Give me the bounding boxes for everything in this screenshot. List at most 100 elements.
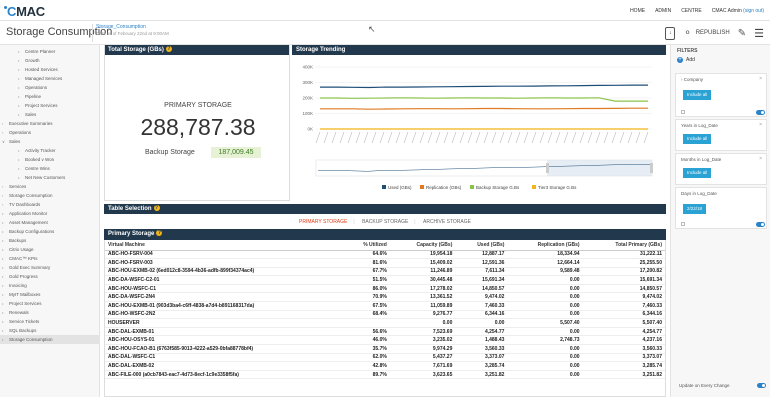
sidebar-item[interactable]: • Application Monitor [0, 209, 99, 218]
table-cell: 11,246.89 [389, 267, 456, 277]
sidebar-item[interactable]: • CMAC™ KPIs [0, 254, 99, 263]
update-on-change-toggle[interactable] [757, 383, 766, 388]
sidebar-item-label: Growth [25, 58, 40, 63]
column-header[interactable]: Replication (GBs) [507, 240, 583, 251]
table-row[interactable]: ABC-HO-FSRV-004 64.6% 19,954.18 12,887.17 18… [105, 250, 665, 260]
help-icon[interactable]: ? [153, 205, 160, 211]
sidebar-item[interactable]: • Managed Services [0, 74, 99, 83]
bullet-icon: • [2, 238, 4, 243]
sidebar-item[interactable]: • Hosted Services [0, 65, 99, 74]
table-row[interactable]: ABC-HO-FSRV-003 81.6% 15,409.02 12,591.36 12… [105, 258, 665, 268]
table-row[interactable]: ABC-HOU-OSYS-01 46.0% 3,235.02 1,488.43 2,74… [105, 335, 665, 346]
close-icon[interactable]: × [759, 76, 762, 82]
sidebar-item[interactable]: • Invoicing [0, 281, 99, 290]
column-header[interactable]: Virtual Machine [105, 240, 344, 251]
sidebar-item-label: Storage Consumption [9, 193, 53, 198]
sidebar-item[interactable]: • Service Tickets [0, 317, 99, 326]
x-tick-label [363, 131, 369, 144]
sidebar-item[interactable]: • MyIT Mailboxes [0, 290, 99, 299]
storage-trend-chart[interactable]: 400K 300K 200K 100K 0K Used (GBs) Replication … [292, 45, 666, 201]
date-value-button[interactable]: 2/22/18 [683, 204, 707, 214]
sidebar-item[interactable]: • Sales [0, 110, 99, 119]
table-row[interactable]: ABC-DAL-EXMB-01 56.6% 7,523.69 4,254.77 0.00… [105, 327, 665, 337]
table-row[interactable]: ABC-DA-WSFC-C2-01 51.5% 30,445.48 15,691.34… [105, 275, 665, 285]
cmac-logo[interactable]: CMAC [4, 4, 45, 19]
table-row[interactable]: ABC-HOU-FCAO-B1 (6763f585-9013-4222-a529… [105, 344, 665, 354]
include-all-button[interactable]: Include all [683, 134, 712, 144]
table-row[interactable]: ABC-HOU-EXMB-01 (903d3ba4-c6ff-4838-a7d4… [105, 301, 665, 311]
table-row[interactable]: ABC-DA-WSFC-2N4 70.9% 13,361.52 9,474.02 0.0… [105, 292, 665, 303]
update-on-change-label: Update on Every Change [679, 383, 730, 388]
sidebar-item[interactable]: • Renewals [0, 308, 99, 317]
include-all-button[interactable]: Include all [683, 90, 712, 100]
days-filter-label[interactable]: Days in Log_Date [681, 191, 717, 196]
tab-backup-storage[interactable]: BACKUP STORAGE [362, 219, 408, 225]
nav-home-link[interactable]: HOME [630, 8, 645, 14]
help-icon[interactable]: ? [156, 230, 163, 236]
sidebar-item[interactable]: ∨ Sales [0, 137, 99, 146]
company-filter-label[interactable]: › Company [681, 77, 703, 82]
months-filter-label[interactable]: Months in Log_Date [681, 157, 721, 162]
filter-toggle[interactable] [756, 222, 765, 227]
x-tick-label [371, 131, 377, 144]
sidebar-item[interactable]: • Centre Wins [0, 164, 99, 173]
sign-out-link[interactable]: (sign out) [743, 8, 764, 14]
sidebar-item[interactable]: • Growth [0, 56, 99, 65]
column-header[interactable]: Capacity (GBs) [389, 240, 456, 251]
sidebar-item[interactable]: › Storage Consumption [0, 191, 99, 200]
sidebar-item[interactable]: › Services [0, 182, 99, 191]
sidebar-item[interactable]: • Gold Progress [0, 272, 99, 281]
table-row[interactable]: ABC-FILE-000 (a0cb7843-eac7-4d73-8ecf-1c… [105, 370, 665, 380]
tab-archive-storage[interactable]: ARCHIVE STORAGE [423, 219, 471, 225]
nav-admin-link[interactable]: ADMIN [655, 8, 671, 14]
table-row[interactable]: HOUSERVER 0.00 0.00 5,507.40 5,507.40 [105, 318, 665, 328]
sidebar-item-label: Backup Configurations [9, 229, 55, 234]
sidebar-item[interactable]: • Storage Consumption [0, 335, 99, 344]
sidebar-item[interactable]: • Booked v Won [0, 155, 99, 164]
sidebar-item[interactable]: • Activity Tracker [0, 146, 99, 155]
series-line [320, 107, 648, 110]
table-row[interactable]: ABC-HOU-EXMB-02 (6ed012c8-3594-4b36-adfb… [105, 267, 665, 277]
sidebar-item[interactable]: • Project Services [0, 299, 99, 308]
menu-icon[interactable]: ☰ [754, 27, 764, 40]
table-cell: 56.6% [343, 327, 390, 337]
sidebar-item[interactable]: • Project Services [0, 101, 99, 110]
sidebar-item[interactable]: • Asset Management [0, 218, 99, 227]
filter-toggle[interactable] [756, 110, 765, 115]
tab-primary-storage[interactable]: PRIMARY STORAGE [299, 219, 347, 225]
column-header[interactable]: Total Primary (GBs) [582, 240, 665, 251]
sidebar-item[interactable]: • SQL Backups [0, 326, 99, 335]
table-row[interactable]: ABC-HO-WSFC-2N2 68.4% 9,276.77 6,344.16 0.00… [105, 310, 665, 320]
nav-centre-link[interactable]: CENTRE [681, 8, 702, 14]
sidebar-item[interactable]: • Net New Customers [0, 173, 99, 182]
sidebar-item[interactable]: › Operations [0, 128, 99, 137]
edit-icon[interactable]: ✎ [738, 28, 746, 39]
column-header[interactable]: Used (GBs) [455, 240, 508, 251]
close-icon[interactable]: × [759, 156, 762, 162]
report-subtitle[interactable]: Storage_Consumption [96, 24, 146, 30]
sidebar-item[interactable]: › TV Dashboards [0, 200, 99, 209]
bullet-icon: • [2, 256, 4, 261]
column-header[interactable]: % Utilized [343, 240, 390, 251]
bullet-icon: • [2, 301, 4, 306]
table-cell: 0.00 [507, 370, 583, 380]
sidebar-item[interactable]: • Operations [0, 83, 99, 92]
sidebar-item[interactable]: • Pipeline [0, 92, 99, 101]
table-row[interactable]: ABC-DAL-EXMB-02 42.8% 7,671.69 3,285.74 0.00… [105, 361, 665, 371]
sidebar-item[interactable]: • Backups [0, 236, 99, 245]
table-row[interactable]: ABC-DAL-WSFC-C1 62.0% 5,437.27 3,373.07 0.00… [105, 353, 665, 363]
add-filter-button[interactable]: + Add [677, 57, 695, 63]
sidebar-item[interactable]: • Centre Planner [0, 47, 99, 56]
exclude-checkbox[interactable] [681, 222, 685, 226]
download-icon[interactable]: ↓ [665, 26, 676, 40]
close-icon[interactable]: × [759, 122, 762, 128]
sidebar-item[interactable]: • Backup Configurations [0, 227, 99, 236]
years-filter-label[interactable]: Years in Log_Date [681, 123, 718, 128]
exclude-checkbox[interactable] [681, 110, 685, 114]
sidebar-item[interactable]: • Citrix Usage [0, 245, 99, 254]
include-all-button[interactable]: Include all [683, 168, 712, 178]
table-row[interactable]: ABC-HOU-WSFC-C1 86.0% 17,278.02 14,850.57 0.… [105, 284, 665, 294]
republish-button[interactable]: ⚬ REPUBLISH [683, 28, 729, 39]
sidebar-item[interactable]: • Gold Exec Summary [0, 263, 99, 272]
sidebar-item[interactable]: › Executive Summaries [0, 119, 99, 128]
